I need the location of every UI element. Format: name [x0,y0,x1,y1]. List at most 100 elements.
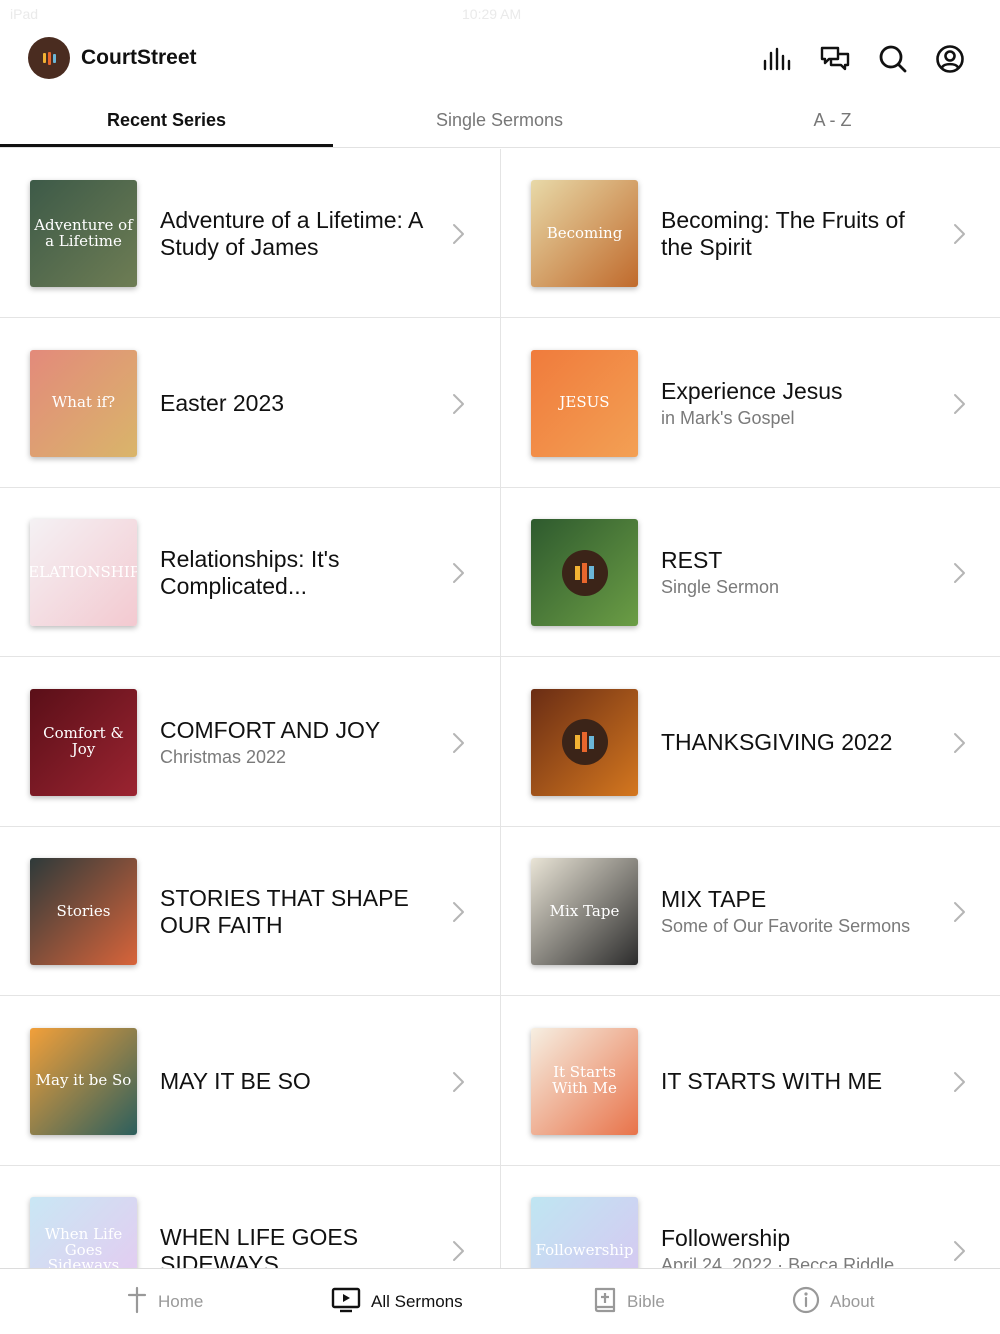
series-item[interactable]: May it be So MAY IT BE SO [0,997,500,1166]
church-logo-icon [561,549,608,596]
series-title: STORIES THAT SHAPE OUR FAITH [160,884,409,938]
series-text: Adventure of a Lifetime: A Study of Jame… [160,149,438,318]
series-title: Experience Jesus [661,377,843,404]
cross-icon [126,1286,148,1319]
series-item[interactable]: REST Single Sermon [501,488,1000,657]
series-title: MAY IT BE SO [160,1067,311,1094]
chevron-right-icon [450,1070,466,1094]
series-artwork: Becoming [531,180,638,287]
series-artwork: JESUS [531,349,638,457]
artwork-text: Stories [56,901,111,920]
series-item[interactable]: THANKSGIVING 2022 [501,658,1000,827]
tab-bar-label: About [830,1292,875,1311]
tv-play-icon [331,1287,361,1318]
search-icon[interactable] [877,43,909,75]
chevron-right-icon [450,561,466,585]
series-artwork: Comfort & Joy [30,688,137,796]
series-title: Becoming: The Fruits of the Spirit [661,206,905,260]
series-text: Easter 2023 [160,319,438,488]
chevron-right-icon [450,1239,466,1263]
chevron-right-icon [450,222,466,246]
series-artwork: It Starts With Me [531,1027,638,1135]
artwork-text: RELATIONSHIPS [30,562,137,581]
artwork-text: It Starts With Me [552,1063,617,1097]
active-tab-indicator [0,144,333,147]
series-artwork: Followership [531,1197,638,1269]
series-item[interactable]: JESUS Experience Jesus in Mark's Gospel [501,319,1000,488]
series-text: Followership April 24, 2022 · Becca Riddl… [661,1166,939,1269]
artwork-text: JESUS [559,393,610,412]
series-title: Relationships: It's Complicated... [160,545,340,599]
series-subtitle: April 24, 2022 · Becca Riddle [661,1255,895,1269]
series-title: MIX TAPE [661,886,767,912]
series-item[interactable]: RELATIONSHIPS Relationships: It's Complic… [0,488,500,657]
series-artwork: Mix Tape [531,858,638,965]
chevron-right-icon [951,1070,967,1094]
artwork-text: When Life Goes Sideways [44,1224,123,1269]
tab-bar-label: Bible [627,1292,665,1311]
tab-bar-all-sermons[interactable]: All Sermons [331,1269,463,1334]
chevron-right-icon [951,392,967,416]
series-artwork: When Life Goes Sideways [30,1197,137,1269]
series-item[interactable]: It Starts With Me IT STARTS WITH ME [501,997,1000,1166]
series-title: Followership [661,1225,791,1251]
bars-chart-icon[interactable] [762,43,794,75]
artwork-text: What if? [51,393,116,412]
chat-bubbles-icon[interactable] [819,43,851,75]
series-item[interactable]: Followership Followership April 24, 2022 ·… [501,1166,1000,1269]
chevron-right-icon [450,900,466,924]
tab-recent-series[interactable]: Recent Series [0,96,333,144]
series-text: MIX TAPE Some of Our Favorite Sermons [661,827,939,996]
segment-tabs: Recent Series Single Sermons A - Z [0,96,1000,148]
device-label: iPad [10,6,39,22]
series-title: Easter 2023 [160,389,285,416]
app-logo-icon[interactable] [28,37,70,79]
chevron-right-icon [951,731,967,755]
bottom-tab-bar: Home All Sermons Bible About [0,1268,1000,1334]
series-title: WHEN LIFE GOES SIDEWAYS [160,1223,359,1270]
tab-bar-home[interactable]: Home [126,1269,203,1334]
series-item[interactable]: Stories STORIES THAT SHAPE OUR FAITH [0,827,500,996]
artwork-text: Adventure of a Lifetime [34,215,133,250]
series-text: REST Single Sermon [661,488,939,657]
chevron-right-icon [951,1239,967,1263]
app-header: CourtStreet [0,34,1000,84]
series-artwork: What if? [30,349,137,457]
tab-single-sermons[interactable]: Single Sermons [333,96,666,144]
series-item[interactable]: Mix Tape MIX TAPE Some of Our Favorite Ser… [501,827,1000,996]
series-text: COMFORT AND JOY Christmas 2022 [160,658,438,827]
series-text: Relationships: It's Complicated... [160,488,438,657]
series-item[interactable]: Adventure of a Lifetime Adventure of a Li… [0,149,500,318]
series-artwork: Stories [30,858,137,965]
series-subtitle: Single Sermon [661,577,780,597]
tab-bar-label: Home [158,1292,204,1311]
series-subtitle: Some of Our Favorite Sermons [661,916,911,936]
series-text: MAY IT BE SO [160,997,438,1166]
account-icon[interactable] [934,43,966,75]
tab-a-z[interactable]: A - Z [666,96,999,144]
series-item[interactable]: Comfort & Joy COMFORT AND JOY Christmas 20… [0,658,500,827]
series-item[interactable]: Becoming Becoming: The Fruits of the Spir… [501,149,1000,318]
chevron-right-icon [951,900,967,924]
series-title: Adventure of a Lifetime: A Study of Jame… [160,206,423,260]
artwork-text: Becoming [546,223,623,242]
series-artwork [531,519,638,626]
app-title: CourtStreet [81,46,197,69]
tab-bar-about[interactable]: About [792,1269,874,1334]
series-grid: Adventure of a Lifetime Adventure of a Li… [0,149,1000,1269]
series-subtitle: in Mark's Gospel [661,407,795,428]
series-title: REST [661,547,723,573]
tab-bar-bible[interactable]: Bible [593,1269,665,1334]
series-artwork: Adventure of a Lifetime [30,180,137,287]
series-artwork: May it be So [30,1027,137,1135]
series-text: STORIES THAT SHAPE OUR FAITH [160,827,438,996]
series-item[interactable]: When Life Goes Sideways WHEN LIFE GOES SI… [0,1166,500,1269]
series-text: THANKSGIVING 2022 [661,658,939,827]
series-subtitle: Christmas 2022 [160,746,287,767]
series-item[interactable]: What if? Easter 2023 [0,319,500,488]
chevron-right-icon [450,731,466,755]
artwork-text: Followership [535,1240,634,1259]
status-bar: iPad 10:29 AM [0,0,1000,28]
series-text: Becoming: The Fruits of the Spirit [661,149,939,318]
artwork-text: Mix Tape [549,901,620,920]
